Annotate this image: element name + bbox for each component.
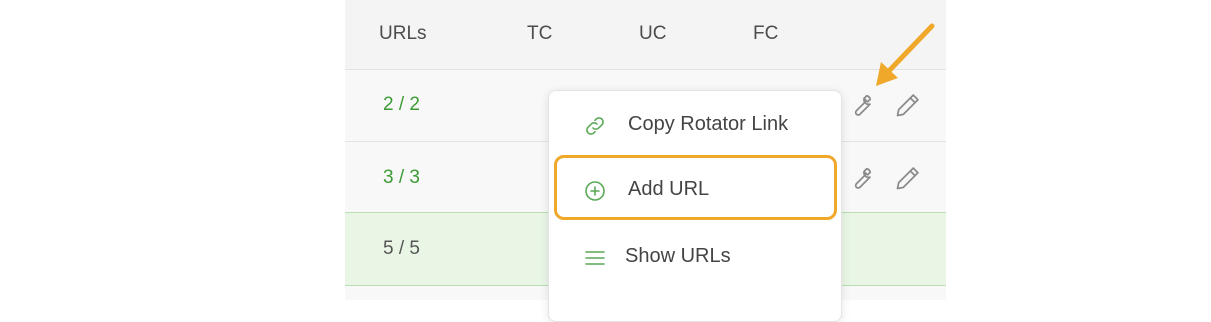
urls-count: 3 / 3	[383, 167, 420, 188]
show-urls-menu-item[interactable]: Show URLs	[549, 233, 841, 283]
list-icon	[583, 246, 607, 270]
column-header-tc[interactable]: TC	[527, 23, 552, 45]
column-header-urls[interactable]: URLs	[379, 23, 427, 45]
urls-count: 2 / 2	[383, 94, 420, 115]
pencil-icon[interactable]	[894, 91, 922, 119]
table-header: URLs TC UC FC	[345, 0, 946, 70]
copy-rotator-link-menu-item[interactable]: Copy Rotator Link	[549, 101, 841, 151]
wrench-icon[interactable]	[847, 164, 875, 192]
menu-item-label: Show URLs	[625, 245, 731, 267]
column-header-fc[interactable]: FC	[753, 23, 778, 45]
urls-count: 5 / 5	[383, 238, 420, 259]
menu-item-label: Copy Rotator Link	[628, 113, 789, 135]
wrench-icon[interactable]	[847, 91, 875, 119]
row-actions-dropdown: Copy Rotator Link Add URL Show URLs	[548, 90, 842, 322]
column-header-uc[interactable]: UC	[639, 23, 666, 45]
add-url-menu-item[interactable]: Add URL	[549, 166, 841, 216]
plus-circle-icon	[583, 179, 607, 203]
menu-item-label: Add URL	[628, 178, 710, 200]
link-icon	[583, 114, 607, 138]
pencil-icon[interactable]	[894, 164, 922, 192]
